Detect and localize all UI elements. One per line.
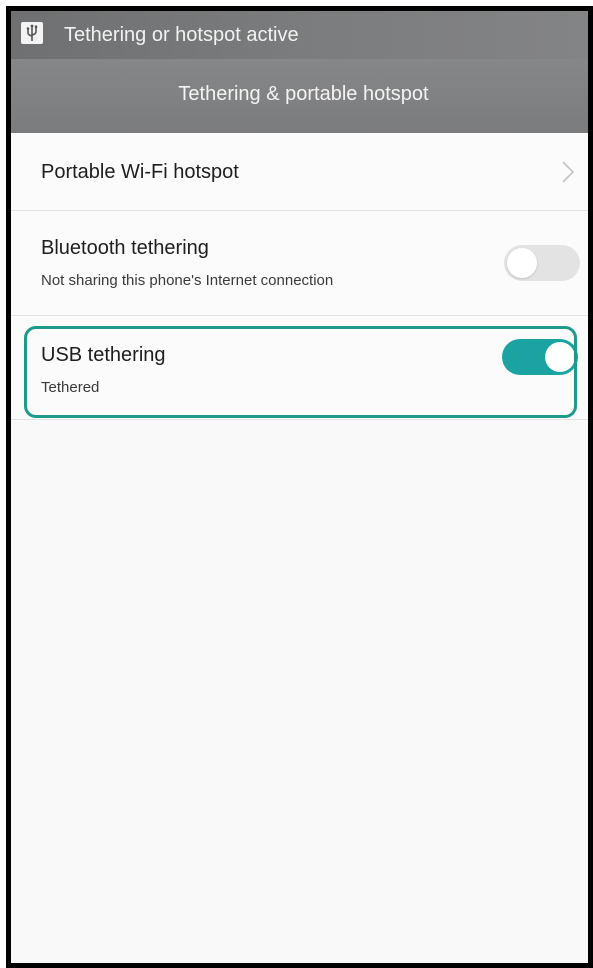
setting-title: Bluetooth tethering — [41, 237, 209, 259]
app-header: Tethering or hotspot active Tethering & … — [11, 11, 588, 133]
setting-title: Portable Wi-Fi hotspot — [41, 161, 239, 183]
setting-bluetooth-tethering[interactable]: Bluetooth tethering Not sharing this pho… — [11, 211, 588, 316]
page-title: Tethering & portable hotspot — [178, 83, 429, 105]
setting-subtitle: Tethered — [41, 379, 100, 396]
chevron-right-icon — [560, 160, 576, 184]
usb-icon — [21, 22, 43, 44]
setting-portable-wifi-hotspot[interactable]: Portable Wi-Fi hotspot — [11, 133, 588, 211]
notification-text: Tethering or hotspot active — [64, 24, 299, 46]
bluetooth-tethering-toggle[interactable] — [504, 245, 580, 281]
empty-content-area — [11, 420, 588, 963]
toggle-knob — [545, 342, 575, 372]
setting-subtitle: Not sharing this phone's Internet connec… — [41, 272, 334, 289]
usb-tethering-toggle[interactable] — [502, 339, 578, 375]
phone-screen: Tethering or hotspot active Tethering & … — [6, 6, 593, 968]
setting-title: USB tethering — [41, 344, 166, 366]
notification-bar[interactable]: Tethering or hotspot active — [11, 11, 588, 59]
setting-usb-tethering[interactable]: USB tethering Tethered — [11, 316, 588, 420]
toggle-knob — [507, 248, 537, 278]
